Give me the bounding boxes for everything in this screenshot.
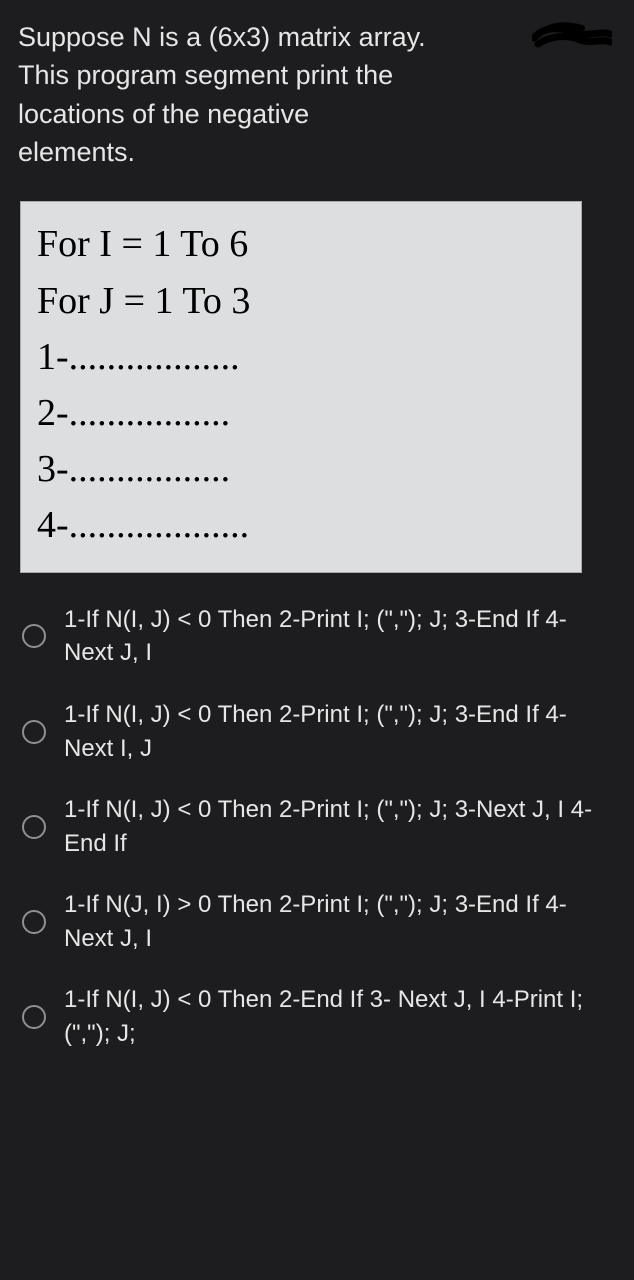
option-c[interactable]: 1-If N(I, J) < 0 Then 2-Print I; (","); … [22, 793, 616, 860]
option-b[interactable]: 1-If N(I, J) < 0 Then 2-Print I; (","); … [22, 698, 616, 765]
options-group: 1-If N(I, J) < 0 Then 2-Print I; (","); … [18, 603, 616, 1051]
code-line-6: 4-................... [37, 497, 565, 553]
radio-unchecked-icon [22, 910, 46, 934]
option-e-text: 1-If N(I, J) < 0 Then 2-End If 3- Next J… [64, 983, 616, 1050]
option-d[interactable]: 1-If N(J, I) > 0 Then 2-Print I; (","); … [22, 888, 616, 955]
code-line-5: 3-................. [37, 441, 565, 497]
radio-unchecked-icon [22, 720, 46, 744]
question-prompt: Suppose N is a (6x3) matrix array. This … [18, 18, 616, 171]
code-line-4: 2-................. [37, 385, 565, 441]
code-line-2: For J = 1 To 3 [37, 273, 565, 329]
option-c-text: 1-If N(I, J) < 0 Then 2-Print I; (","); … [64, 793, 616, 860]
scribble-mark [532, 20, 612, 54]
radio-unchecked-icon [22, 815, 46, 839]
question-line-2: This program segment print the [18, 60, 393, 90]
radio-unchecked-icon [22, 624, 46, 648]
question-line-4: elements. [18, 137, 135, 167]
option-b-text: 1-If N(I, J) < 0 Then 2-Print I; (","); … [64, 698, 616, 765]
code-line-1: For I = 1 To 6 [37, 216, 565, 272]
option-a-text: 1-If N(I, J) < 0 Then 2-Print I; (","); … [64, 603, 616, 670]
option-d-text: 1-If N(J, I) > 0 Then 2-Print I; (","); … [64, 888, 616, 955]
code-line-3: 1-.................. [37, 329, 565, 385]
question-line-3: locations of the negative [18, 99, 309, 129]
question-line-1: Suppose N is a (6x3) matrix array. [18, 22, 426, 52]
radio-unchecked-icon [22, 1005, 46, 1029]
option-a[interactable]: 1-If N(I, J) < 0 Then 2-Print I; (","); … [22, 603, 616, 670]
code-snippet-box: For I = 1 To 6 For J = 1 To 3 1-........… [20, 201, 582, 572]
option-e[interactable]: 1-If N(I, J) < 0 Then 2-End If 3- Next J… [22, 983, 616, 1050]
